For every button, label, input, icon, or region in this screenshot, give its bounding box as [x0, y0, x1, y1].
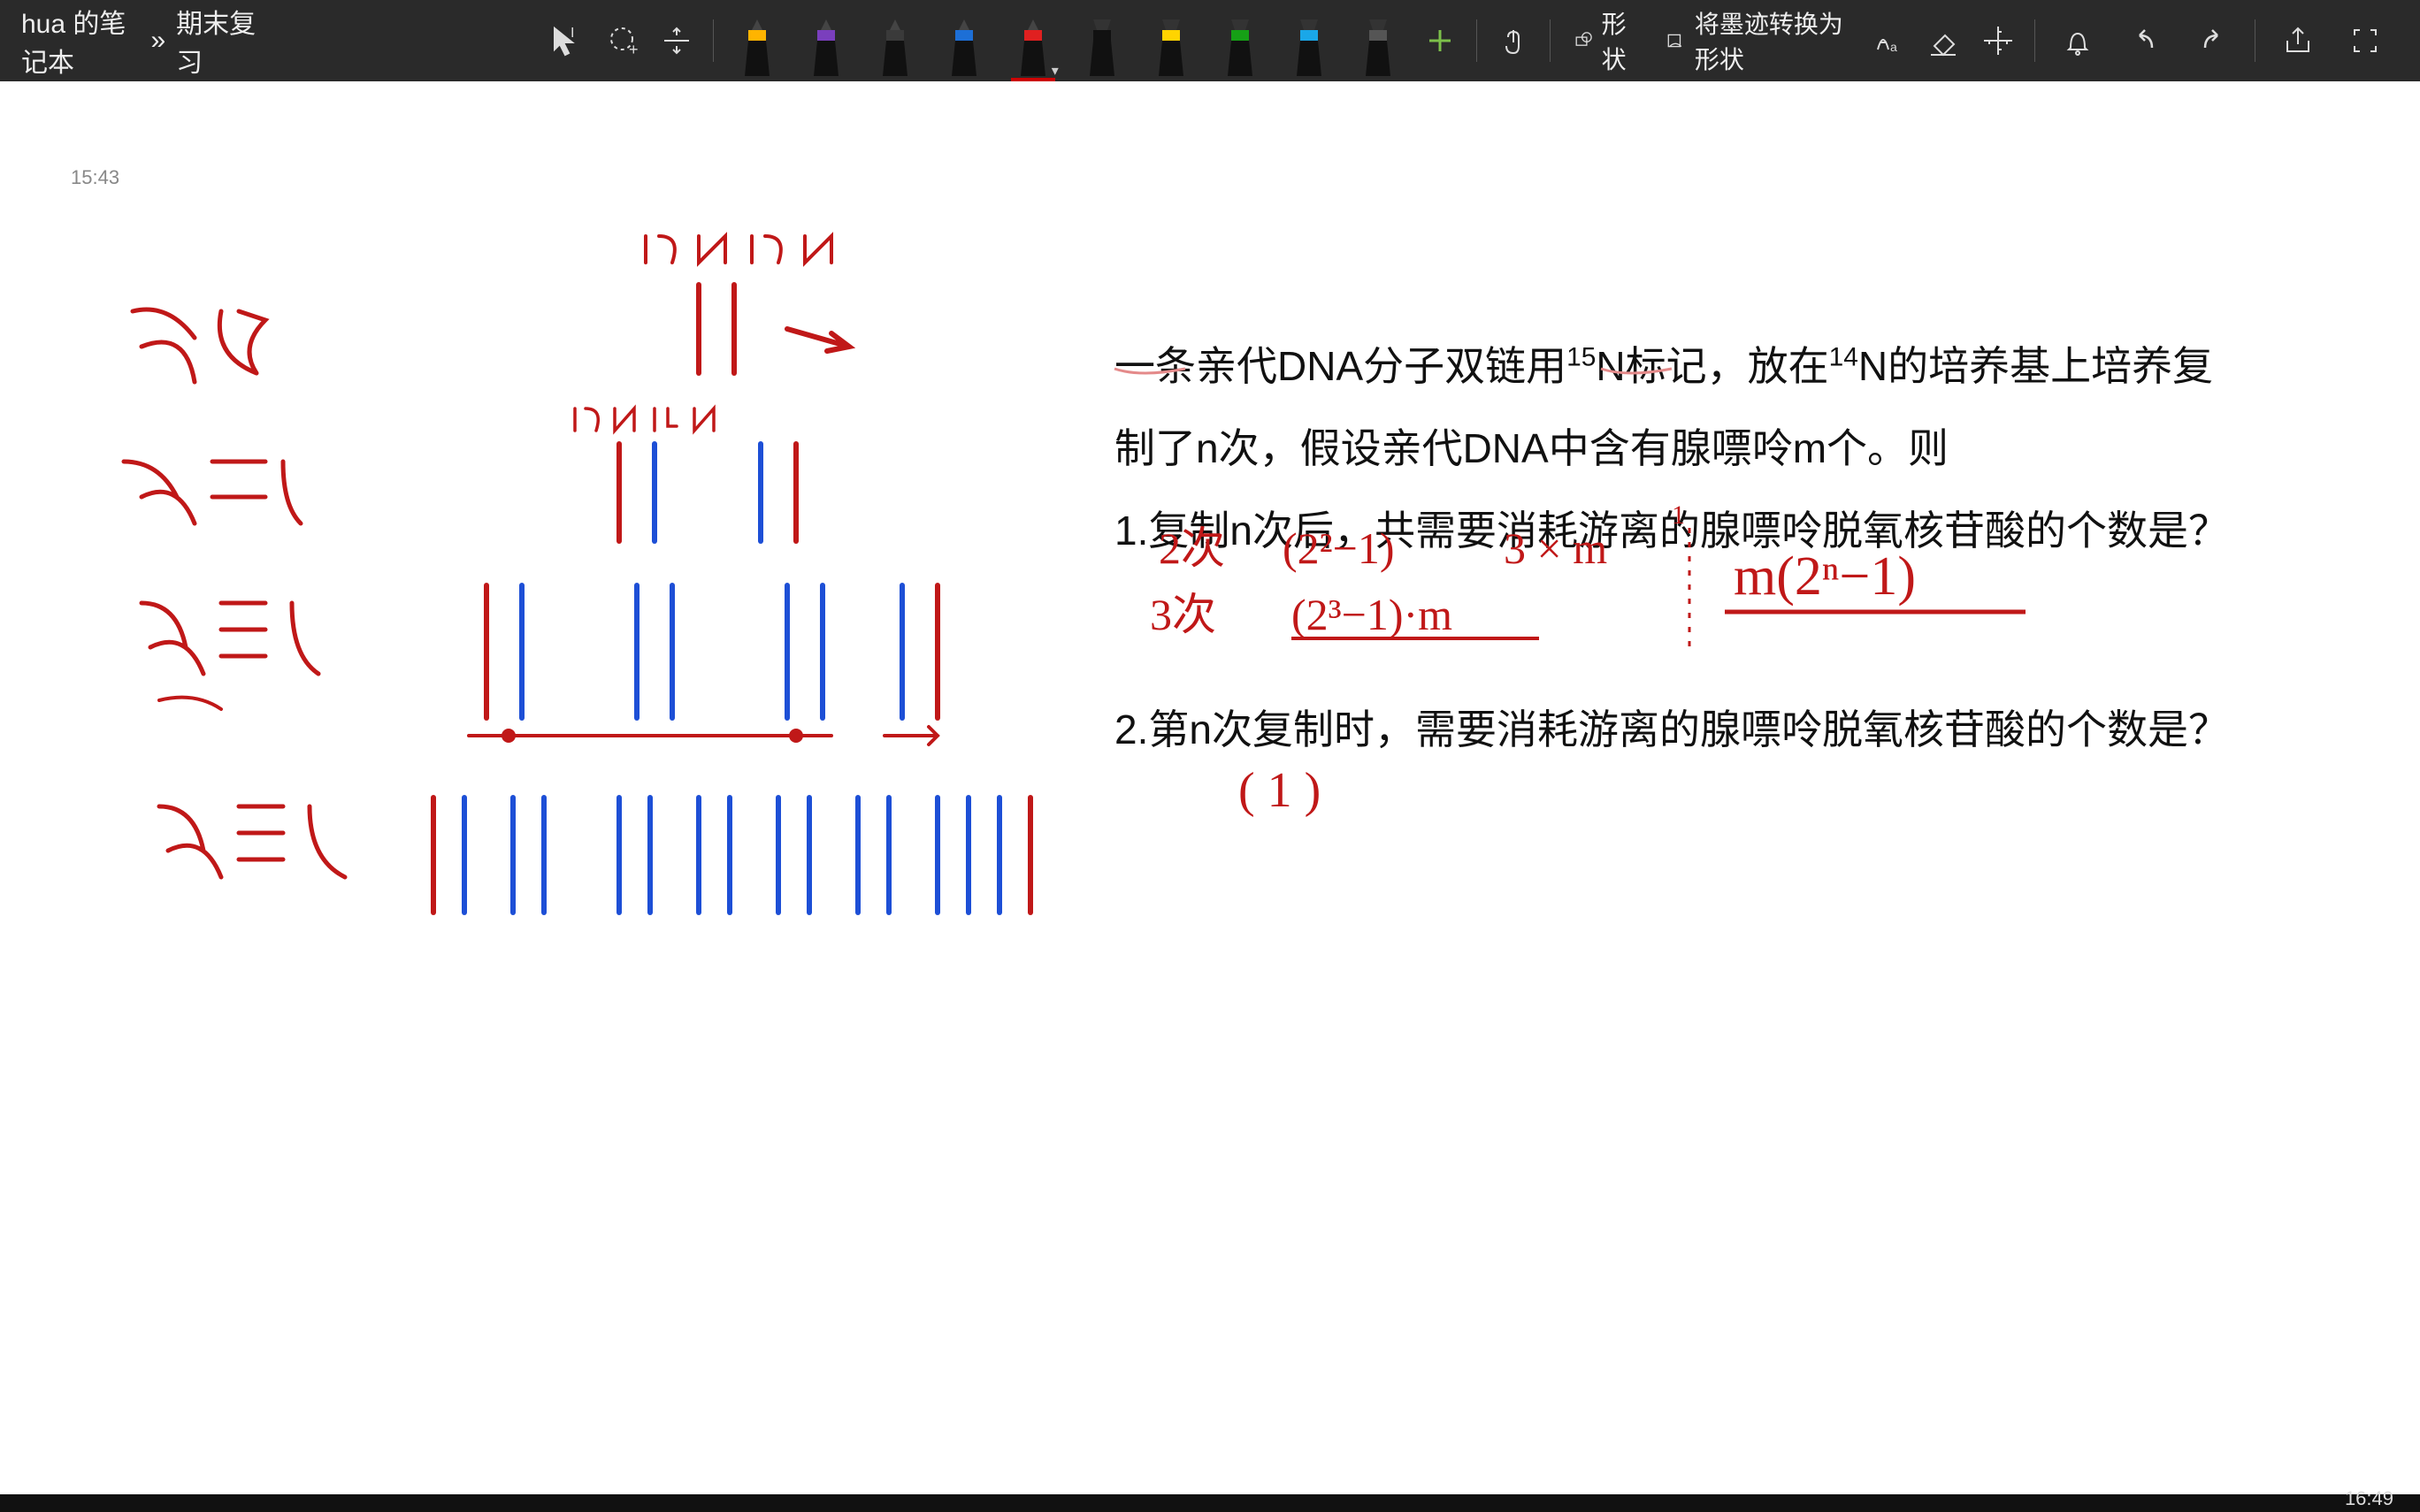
pen-9[interactable]: [1347, 5, 1409, 76]
shapes-button[interactable]: 形状: [1565, 12, 1647, 69]
ruler-tool[interactable]: [1976, 12, 2020, 69]
svg-text:( 1 ): ( 1 ): [1238, 763, 1321, 818]
pen-0[interactable]: [726, 5, 788, 76]
redo-button[interactable]: [2184, 12, 2240, 69]
svg-text:(2³−1)·m: (2³−1)·m: [1291, 590, 1452, 639]
shapes-label: 形状: [1602, 5, 1640, 76]
breadcrumb-notebook[interactable]: hua 的笔记本: [21, 2, 140, 80]
ink-layer: 2次 (2²−1) 3 × m 3次 (2³−1)·m m(2ⁿ−1) 1 ( …: [0, 81, 2420, 1494]
breadcrumb-page[interactable]: 期末复习: [176, 2, 256, 80]
pen-1[interactable]: [795, 5, 857, 76]
pen-7[interactable]: [1209, 5, 1271, 76]
pen-tray: ▾: [723, 5, 1413, 76]
svg-text:a: a: [1890, 40, 1897, 54]
toolbar-divider: [713, 19, 714, 62]
ink-to-shape-label: 将墨迹转换为形状: [1695, 5, 1849, 76]
svg-text:(2²−1): (2²−1): [1283, 523, 1395, 573]
svg-text:1: 1: [1672, 500, 1685, 530]
share-button[interactable]: [2270, 12, 2326, 69]
toolbar-divider: [1476, 19, 1477, 62]
svg-text:3 × m: 3 × m: [1504, 523, 1607, 573]
ink-to-shape-button[interactable]: 将墨迹转换为形状: [1657, 12, 1855, 69]
touch-draw-toggle[interactable]: [1491, 12, 1535, 69]
svg-text:m(2ⁿ−1): m(2ⁿ−1): [1734, 546, 1916, 607]
svg-text:I: I: [571, 26, 574, 41]
pen-3[interactable]: [933, 5, 995, 76]
insert-space-tool[interactable]: [655, 12, 699, 69]
svg-text:+: +: [629, 41, 639, 58]
fullscreen-button[interactable]: [2337, 12, 2393, 69]
lasso-tool[interactable]: +: [600, 12, 644, 69]
undo-button[interactable]: [2117, 12, 2173, 69]
add-pen-button[interactable]: [1418, 12, 1462, 69]
windows-taskbar[interactable]: 16:49: [0, 1494, 2420, 1512]
notifications-icon[interactable]: [2049, 12, 2106, 69]
pen-8[interactable]: [1278, 5, 1340, 76]
eraser-tool[interactable]: [1921, 12, 1965, 69]
toolbar-divider: [2034, 19, 2035, 62]
toolbar-divider: [1550, 19, 1551, 62]
app-toolbar: hua 的笔记本 » 期末复习 I + ▾: [0, 0, 2420, 81]
svg-text:3次: 3次: [1150, 590, 1216, 639]
breadcrumb[interactable]: hua 的笔记本 » 期末复习: [21, 2, 257, 80]
text-cursor-tool[interactable]: I: [545, 12, 589, 69]
pen-2[interactable]: [864, 5, 926, 76]
pen-6[interactable]: [1140, 5, 1202, 76]
taskbar-clock[interactable]: 16:49: [2345, 1487, 2393, 1510]
pen-5[interactable]: [1071, 5, 1133, 76]
breadcrumb-sep: »: [150, 26, 165, 56]
note-canvas[interactable]: 15:43 一条亲代DNA分子双链用15N标记，放在14N的培养基上培养复 制了…: [0, 81, 2420, 1494]
svg-text:2次: 2次: [1159, 523, 1225, 573]
ink-to-text-button[interactable]: a: [1866, 12, 1911, 69]
pen-4[interactable]: ▾: [1002, 5, 1064, 76]
